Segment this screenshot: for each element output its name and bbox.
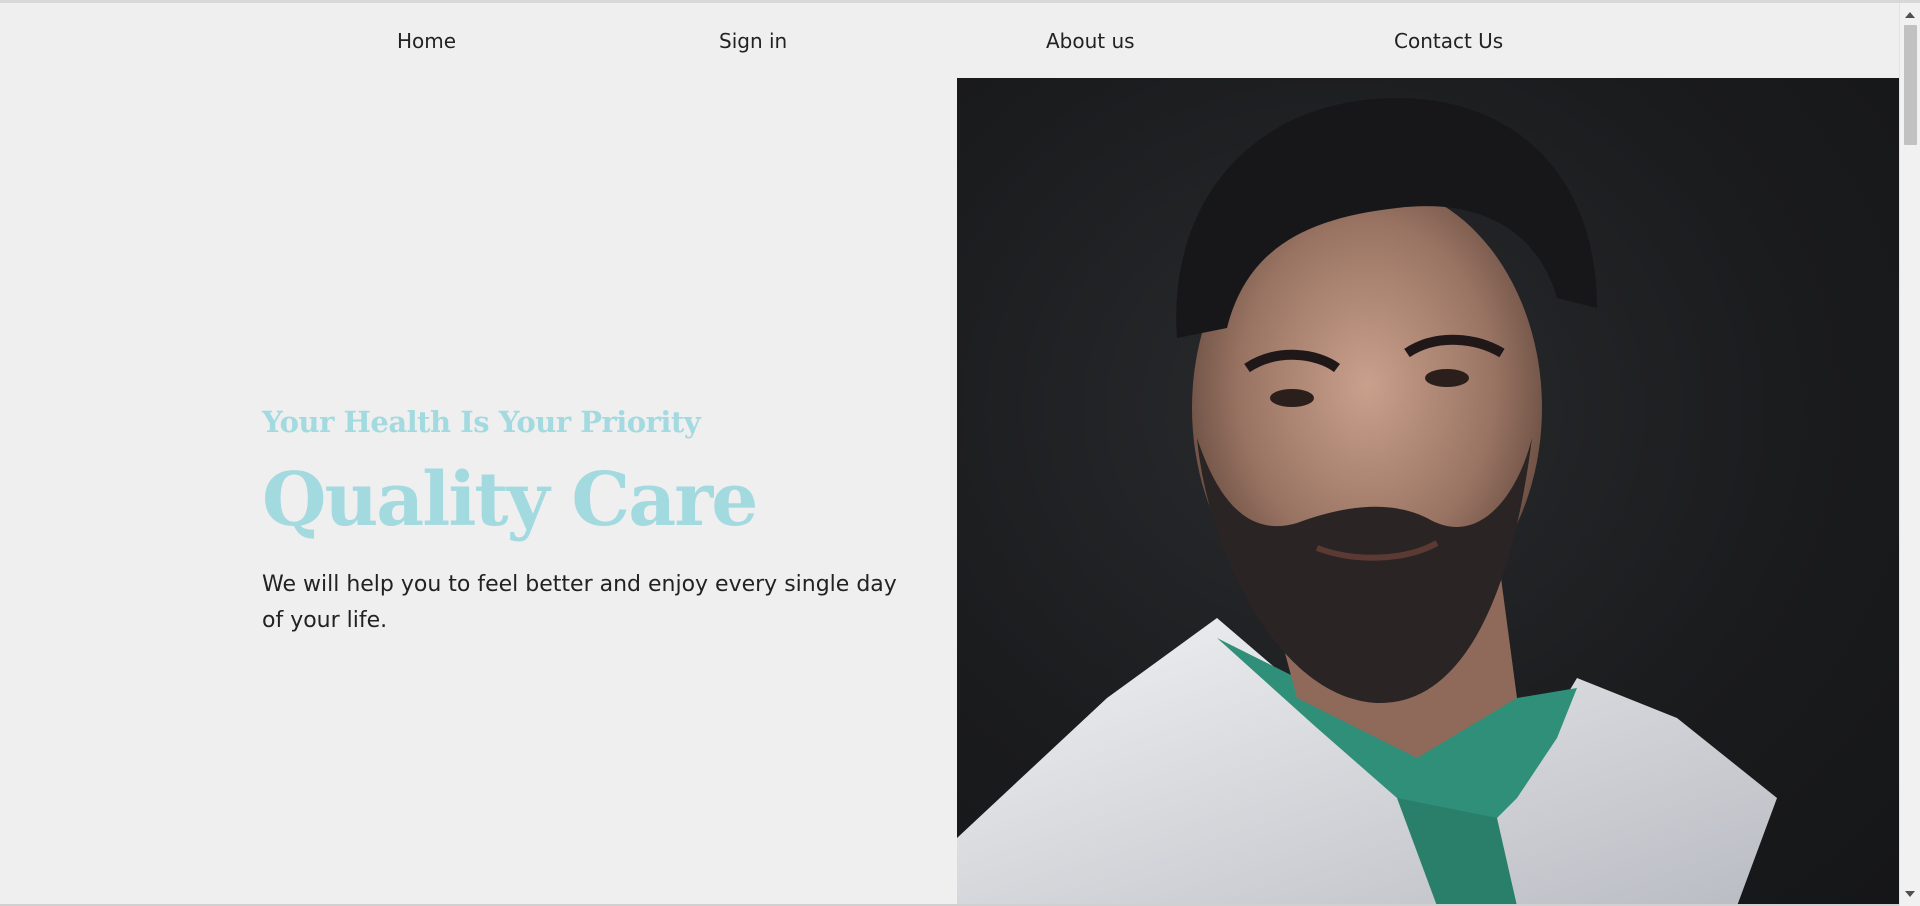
scroll-down-arrow-icon[interactable] — [1905, 891, 1915, 897]
scroll-up-arrow-icon[interactable] — [1905, 12, 1915, 18]
nav-sign-in-link[interactable]: Sign in — [719, 29, 787, 53]
hero-text-section: Your Health Is Your Priority Quality Car… — [262, 405, 922, 639]
nav-about-us-link[interactable]: About us — [1046, 29, 1135, 53]
nav-contact-us-link[interactable]: Contact Us — [1394, 29, 1503, 53]
nav-home-link[interactable]: Home — [397, 29, 456, 53]
top-navigation: Home Sign in About us Contact Us — [0, 3, 1899, 78]
doctor-photo-illustration — [957, 98, 1777, 906]
hero-description: We will help you to feel better and enjo… — [262, 572, 897, 633]
vertical-scrollbar[interactable] — [1899, 3, 1920, 906]
doctor-photo — [957, 78, 1899, 906]
hero-subtitle: Your Health Is Your Priority — [262, 405, 701, 439]
hero-headline: Quality Care — [262, 457, 758, 543]
scroll-thumb[interactable] — [1904, 25, 1917, 145]
